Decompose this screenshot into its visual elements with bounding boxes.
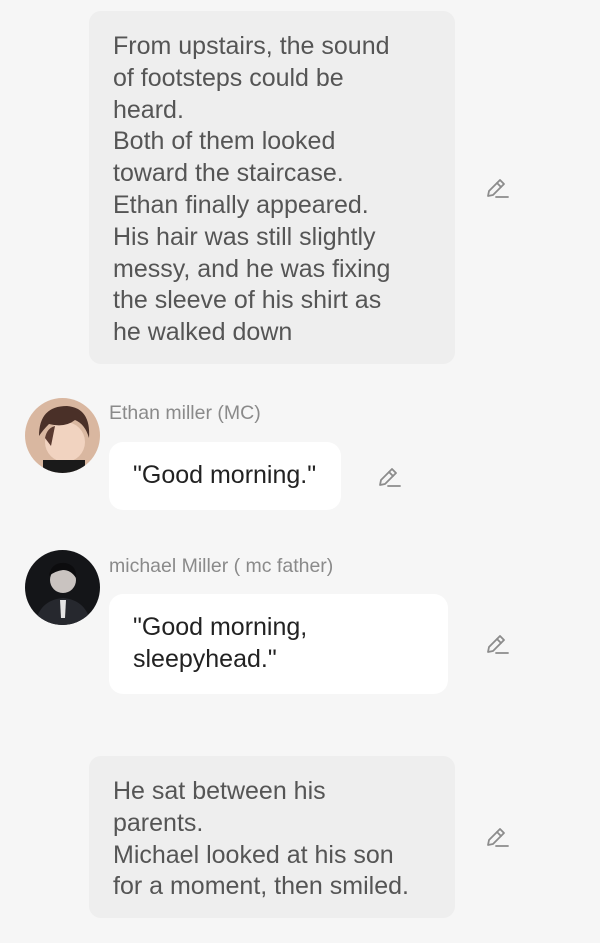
narration-block: From upstairs, the sound of footsteps co… bbox=[89, 11, 455, 364]
avatar[interactable] bbox=[25, 550, 100, 625]
message-line: sleepyhead." bbox=[133, 644, 277, 673]
narration-line: parents. bbox=[113, 808, 204, 837]
pencil-icon[interactable] bbox=[484, 175, 510, 201]
narration-line: for a moment, then smiled. bbox=[113, 872, 409, 901]
pencil-icon[interactable] bbox=[484, 824, 510, 850]
message-line: "Good morning, bbox=[133, 613, 308, 641]
narration-line: Both of them looked bbox=[113, 127, 336, 156]
narration-block: He sat between his parents. Michael look… bbox=[89, 756, 455, 918]
pencil-icon[interactable] bbox=[376, 464, 402, 490]
speaker-name: michael Miller ( mc father) bbox=[109, 555, 334, 577]
pencil-icon[interactable] bbox=[484, 631, 510, 657]
narration-line: messy, and he was fixing bbox=[113, 254, 391, 283]
narration-line: toward the staircase. bbox=[113, 159, 344, 188]
narration-line: His hair was still slightly bbox=[113, 222, 376, 251]
narration-line: Michael looked at his son bbox=[113, 840, 394, 869]
narration-line: Ethan finally appeared. bbox=[113, 190, 369, 219]
message-line: "Good morning." bbox=[133, 461, 317, 489]
avatar[interactable] bbox=[25, 398, 100, 473]
narration-line: he walked down bbox=[113, 318, 293, 347]
message-bubble: "Good morning, sleepyhead." bbox=[109, 594, 448, 694]
narration-line: the sleeve of his shirt as bbox=[113, 286, 382, 315]
speaker-name: Ethan miller (MC) bbox=[109, 402, 261, 424]
narration-line: heard. bbox=[113, 95, 184, 124]
narration-line: He sat between his bbox=[113, 777, 326, 805]
message-bubble: "Good morning." bbox=[109, 442, 341, 510]
narration-line: of footsteps could be bbox=[113, 63, 344, 92]
narration-line: From upstairs, the sound bbox=[113, 32, 390, 60]
